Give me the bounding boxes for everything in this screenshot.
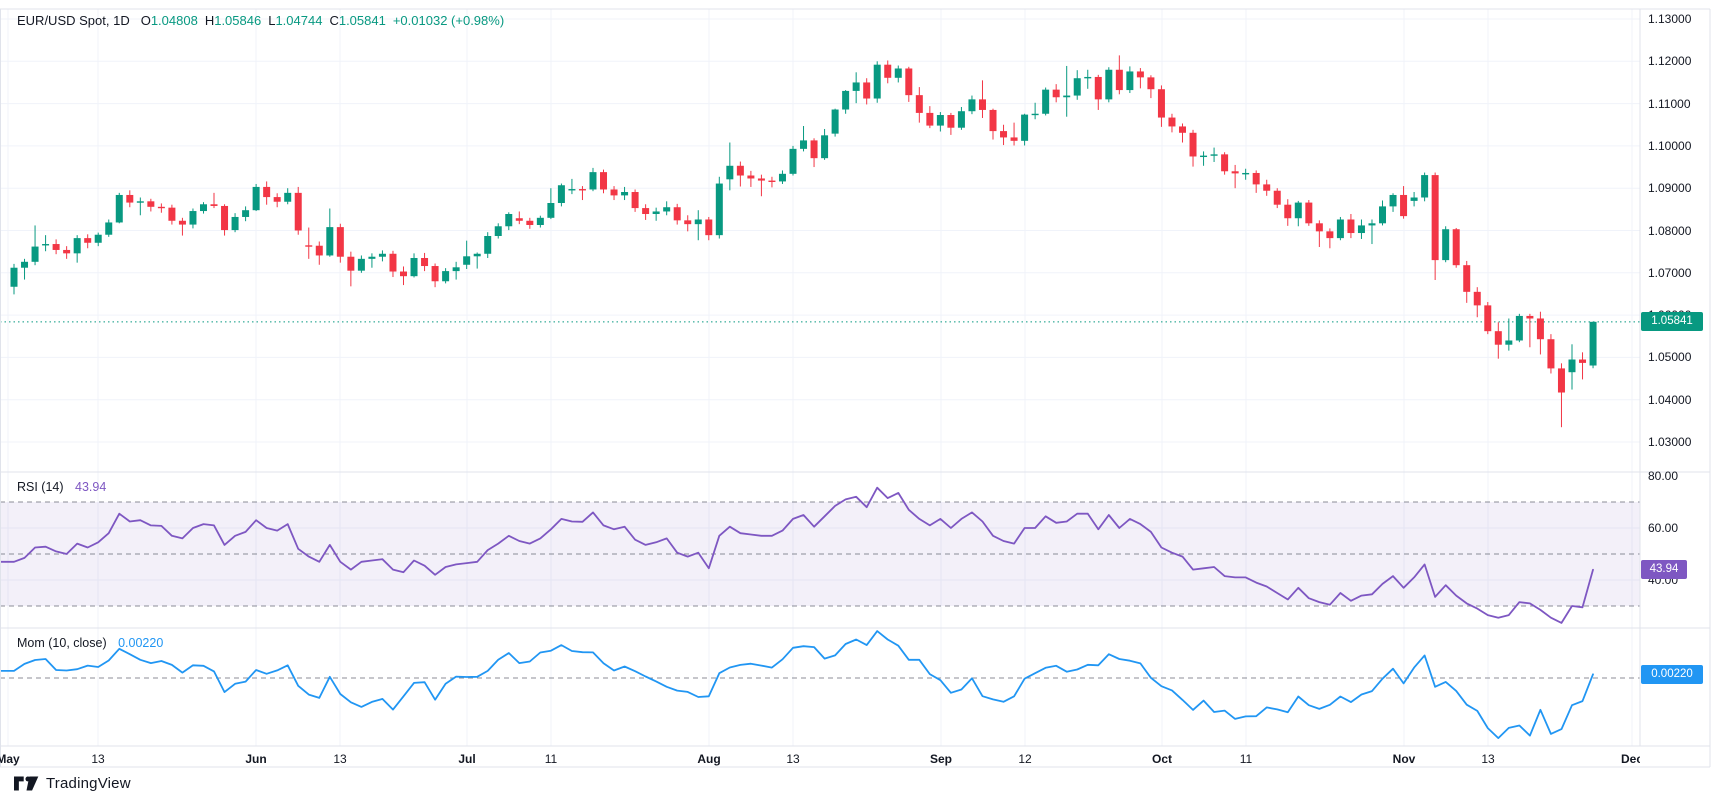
- legend-close: C1.05841: [329, 13, 385, 28]
- legend-open: O1.04808: [141, 13, 198, 28]
- symbol-legend[interactable]: EUR/USD Spot, 1D O1.04808 H1.05846 L1.04…: [17, 13, 504, 28]
- time-axis-label: Jun: [245, 751, 266, 767]
- time-axis-label: 13: [1481, 751, 1494, 767]
- price-axis-label: 1.07000: [1648, 265, 1691, 281]
- tradingview-logo[interactable]: TradingView: [14, 775, 131, 792]
- price-axis-label: 1.13000: [1648, 11, 1691, 27]
- rsi-value-badge: 43.94: [1641, 560, 1687, 579]
- mom-legend-title: Mom (10, close): [17, 636, 107, 650]
- rsi-legend-title: RSI (14): [17, 480, 64, 494]
- price-axis-label: 1.03000: [1648, 434, 1691, 450]
- time-axis-label: 11: [1240, 751, 1252, 767]
- mom-value-badge: 0.00220: [1641, 665, 1703, 684]
- time-axis-label: 12: [1018, 751, 1031, 767]
- time-axis-label: May: [0, 751, 20, 767]
- tradingview-logo-icon: [14, 775, 39, 792]
- legend-high: H1.05846: [205, 13, 261, 28]
- rsi-axis-label: 80.00: [1648, 468, 1678, 484]
- rsi-axis-label: 60.00: [1648, 520, 1678, 536]
- legend-change: +0.01032 (+0.98%): [393, 13, 504, 28]
- price-axis[interactable]: 1.13000 1.12000 1.11000 1.10000 1.09000 1.080…: [1640, 0, 1710, 746]
- time-axis-label: 13: [786, 751, 799, 767]
- time-axis-label: 13: [333, 751, 346, 767]
- time-axis-label: Nov: [1393, 751, 1416, 767]
- legend-low: L1.04744: [268, 13, 322, 28]
- price-axis-label: 1.09000: [1648, 180, 1691, 196]
- chart-canvas[interactable]: [0, 0, 1723, 803]
- rsi-legend-value: 43.94: [75, 480, 106, 494]
- price-axis-label: 1.12000: [1648, 53, 1691, 69]
- tradingview-widget: { "legend": { "symbol": "EUR/USD Spot, 1…: [0, 0, 1723, 803]
- time-axis-label: 13: [91, 751, 104, 767]
- time-axis[interactable]: May 13 Jun 13 Jul 11 Aug 13 Sep 12 Oct 11 Nov 13 Dec: [0, 746, 1640, 767]
- time-axis-label: Aug: [697, 751, 720, 767]
- mom-legend[interactable]: Mom (10, close) 0.00220: [17, 636, 163, 650]
- price-axis-label: 1.05000: [1648, 349, 1691, 365]
- mom-legend-value: 0.00220: [118, 636, 163, 650]
- price-axis-label: 1.11000: [1648, 96, 1691, 112]
- tradingview-logo-text: TradingView: [46, 775, 131, 792]
- price-axis-label: 1.04000: [1648, 392, 1691, 408]
- time-axis-label: 11: [545, 751, 557, 767]
- time-axis-label: Jul: [458, 751, 475, 767]
- symbol-title[interactable]: EUR/USD Spot, 1D: [17, 13, 130, 28]
- time-axis-label: Sep: [930, 751, 952, 767]
- price-axis-label: 1.08000: [1648, 223, 1691, 239]
- time-axis-label: Oct: [1152, 751, 1172, 767]
- last-price-badge: 1.05841: [1641, 312, 1703, 331]
- price-axis-label: 1.10000: [1648, 138, 1691, 154]
- rsi-legend[interactable]: RSI (14) 43.94: [17, 480, 106, 494]
- time-axis-label: Dec: [1621, 751, 1640, 767]
